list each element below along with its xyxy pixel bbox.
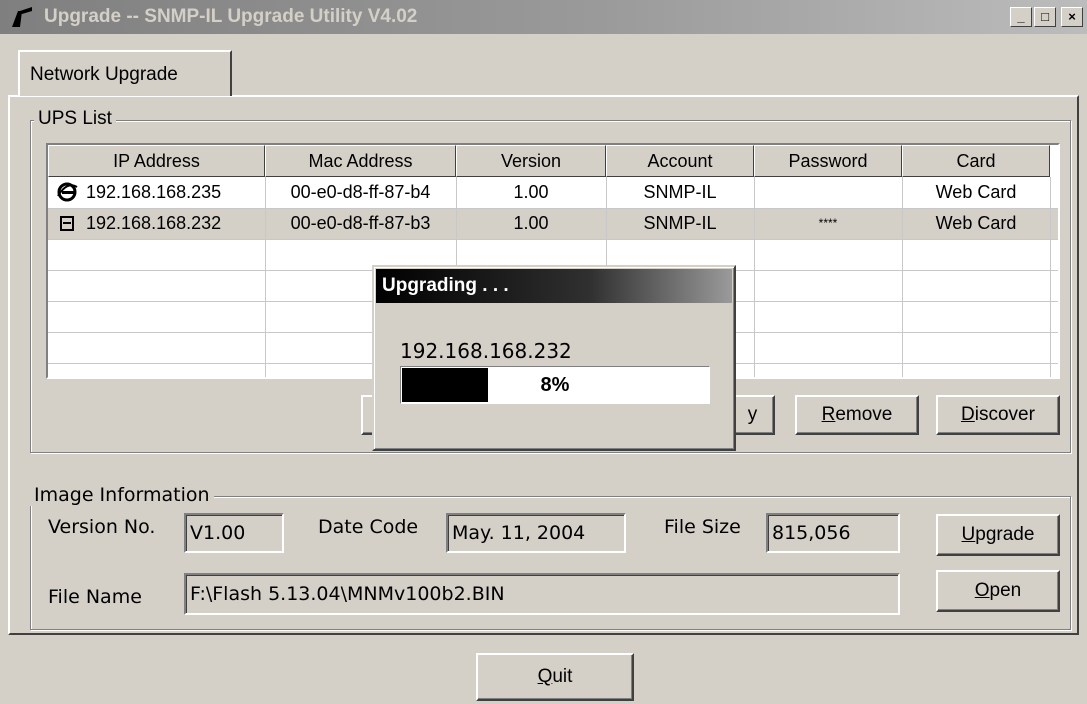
minimize-button[interactable]: _ [1010, 7, 1032, 27]
cell-ip: 192.168.168.232 [86, 213, 222, 233]
open-button[interactable]: Open [936, 570, 1060, 612]
title-bar[interactable]: Upgrade -- SNMP-IL Upgrade Utility V4.02… [0, 0, 1087, 34]
app-icon [12, 7, 32, 27]
cell-account: SNMP-IL [643, 182, 717, 202]
image-info-legend: Image Information [30, 484, 214, 506]
upgrade-label: pgrade [975, 524, 1035, 545]
remove-label: emove [835, 404, 893, 425]
upgrade-button[interactable]: Upgrade [936, 514, 1060, 556]
window-title: Upgrade -- SNMP-IL Upgrade Utility V4.02 [44, 6, 418, 27]
cell-card: Web Card [935, 182, 1017, 202]
table-row-selected[interactable]: 192.168.168.232 00-e0-d8-ff-87-b3 1.00 S… [48, 208, 1058, 239]
cell-account: SNMP-IL [643, 213, 717, 233]
table-row[interactable]: 192.168.168.235 00-e0-d8-ff-87-b4 1.00 S… [48, 177, 1058, 208]
upgrade-mnemonic: U [961, 524, 976, 545]
upgrade-progress-bar: 8% [400, 366, 710, 404]
cell-version: 1.00 [513, 213, 549, 233]
cell-password [754, 177, 902, 208]
quit-mnemonic: Q [537, 666, 553, 687]
column-header-ip[interactable]: IP Address [48, 145, 265, 177]
tab-label: Network Upgrade [30, 64, 178, 85]
cell-card: Web Card [935, 213, 1017, 233]
ups-list-legend: UPS List [34, 108, 116, 130]
file-size-field[interactable]: 815,056 [766, 513, 900, 553]
dialog-target-ip: 192.168.168.232 [400, 339, 572, 363]
discover-mnemonic: D [961, 404, 975, 425]
grid-line [48, 239, 1058, 240]
maximize-button[interactable]: □ [1034, 7, 1056, 27]
remove-mnemonic: R [821, 404, 836, 425]
discover-button[interactable]: Discover [936, 395, 1060, 435]
column-header-card[interactable]: Card [902, 145, 1050, 177]
discover-label: iscover [974, 404, 1035, 425]
cell-ip: 192.168.168.235 [86, 182, 222, 202]
file-size-label: File Size [664, 516, 741, 538]
cell-mac: 00-e0-d8-ff-87-b4 [290, 182, 431, 202]
progress-percent: 8% [540, 374, 570, 396]
remove-button[interactable]: Remove [795, 395, 919, 435]
quit-label: uit [552, 666, 573, 687]
cell-version: 1.00 [513, 182, 549, 202]
open-label: pen [989, 580, 1022, 601]
column-header-account[interactable]: Account [606, 145, 754, 177]
open-mnemonic: O [974, 580, 990, 601]
dialog-title: Upgrading . . . [376, 269, 732, 303]
version-field[interactable]: V1.00 [184, 513, 284, 553]
column-header-version[interactable]: Version [456, 145, 606, 177]
date-code-field[interactable]: May. 11, 2004 [446, 513, 626, 553]
close-button[interactable]: × [1061, 7, 1083, 27]
cell-mac: 00-e0-d8-ff-87-b3 [290, 213, 431, 233]
upgrading-dialog[interactable]: Upgrading . . . 192.168.168.232 8% [372, 265, 736, 451]
quit-button[interactable]: Quit [476, 653, 634, 701]
version-label: Version No. [48, 516, 156, 538]
file-name-label: File Name [48, 586, 142, 608]
tab-network-upgrade[interactable]: Network Upgrade [18, 50, 232, 96]
column-header-password[interactable]: Password [754, 145, 902, 177]
file-name-field[interactable]: F:\Flash 5.13.04\MNMv100b2.BIN [184, 573, 900, 615]
date-code-label: Date Code [318, 516, 419, 538]
grid-line [48, 208, 1058, 209]
column-header-mac[interactable]: Mac Address [265, 145, 456, 177]
cell-password: **** [818, 216, 838, 230]
